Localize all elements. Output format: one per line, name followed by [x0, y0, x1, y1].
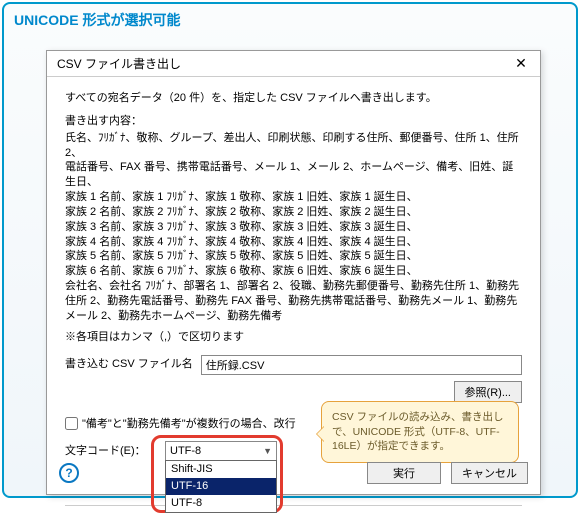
page-caption: UNICODE 形式が選択可能	[4, 4, 576, 34]
encoding-label: 文字コード(E)：	[65, 444, 157, 459]
field-line: 家族 3 名前、家族 3 ﾌﾘｶﾞﾅ、家族 3 敬称、家族 3 旧姓、家族 3 …	[65, 220, 522, 235]
multiline-checkbox-label: "備考"と"勤務先備考"が複数行の場合、改行	[82, 417, 296, 432]
encoding-combobox[interactable]: UTF-8 ▼	[165, 441, 277, 461]
export-content-label: 書き出す内容：	[65, 114, 522, 129]
encoding-option[interactable]: Shift-JIS	[166, 461, 276, 478]
field-line: 家族 1 名前、家族 1 ﾌﾘｶﾞﾅ、家族 1 敬称、家族 1 旧姓、家族 1 …	[65, 190, 522, 205]
cancel-button[interactable]: キャンセル	[451, 462, 528, 484]
execute-button[interactable]: 実行	[367, 462, 441, 484]
callout-tip: CSV ファイルの読み込み、書き出しで、UNICODE 形式（UTF-8、UTF…	[321, 401, 519, 463]
fields-list: 氏名、ﾌﾘｶﾞﾅ、敬称、グループ、差出人、印刷状態、印刷する住所、郵便番号、住所…	[65, 131, 522, 324]
delimiter-note: ※各項目はカンマ（,）で区切ります	[65, 330, 522, 345]
csv-export-dialog: CSV ファイル書き出し ✕ すべての宛名データ（20 件）を、指定した CSV…	[46, 50, 541, 495]
field-line: 電話番号、FAX 番号、携帯電話番号、メール 1、メール 2、ホームページ、備考…	[65, 160, 522, 190]
field-line: 家族 5 名前、家族 5 ﾌﾘｶﾞﾅ、家族 5 敬称、家族 5 旧姓、家族 5 …	[65, 249, 522, 264]
field-line: 家族 2 名前、家族 2 ﾌﾘｶﾞﾅ、家族 2 敬称、家族 2 旧姓、家族 2 …	[65, 205, 522, 220]
field-line: 会社名、会社名 ﾌﾘｶﾞﾅ、部署名 1、部署名 2、役職、勤務先郵便番号、勤務先…	[65, 279, 522, 324]
filename-input[interactable]	[201, 355, 522, 375]
encoding-option[interactable]: UTF-8	[166, 495, 276, 512]
encoding-dropdown: Shift-JISUTF-16UTF-8	[165, 460, 277, 513]
browse-button[interactable]: 参照(R)...	[454, 381, 522, 403]
chevron-down-icon: ▼	[263, 445, 272, 457]
field-line: 氏名、ﾌﾘｶﾞﾅ、敬称、グループ、差出人、印刷状態、印刷する住所、郵便番号、住所…	[65, 131, 522, 161]
encoding-value: UTF-8	[170, 444, 201, 459]
description-text: すべての宛名データ（20 件）を、指定した CSV ファイルへ書き出します。	[65, 91, 522, 106]
field-line: 家族 4 名前、家族 4 ﾌﾘｶﾞﾅ、家族 4 敬称、家族 4 旧姓、家族 4 …	[65, 235, 522, 250]
encoding-option[interactable]: UTF-16	[166, 478, 276, 495]
close-icon[interactable]: ✕	[508, 55, 534, 72]
titlebar: CSV ファイル書き出し ✕	[47, 51, 540, 77]
separator	[65, 505, 522, 506]
help-icon[interactable]: ?	[59, 463, 79, 483]
multiline-checkbox[interactable]	[65, 417, 78, 430]
dialog-title: CSV ファイル書き出し	[57, 55, 508, 72]
filename-label: 書き込む CSV ファイル名	[65, 357, 193, 372]
field-line: 家族 6 名前、家族 6 ﾌﾘｶﾞﾅ、家族 6 敬称、家族 6 旧姓、家族 6 …	[65, 264, 522, 279]
